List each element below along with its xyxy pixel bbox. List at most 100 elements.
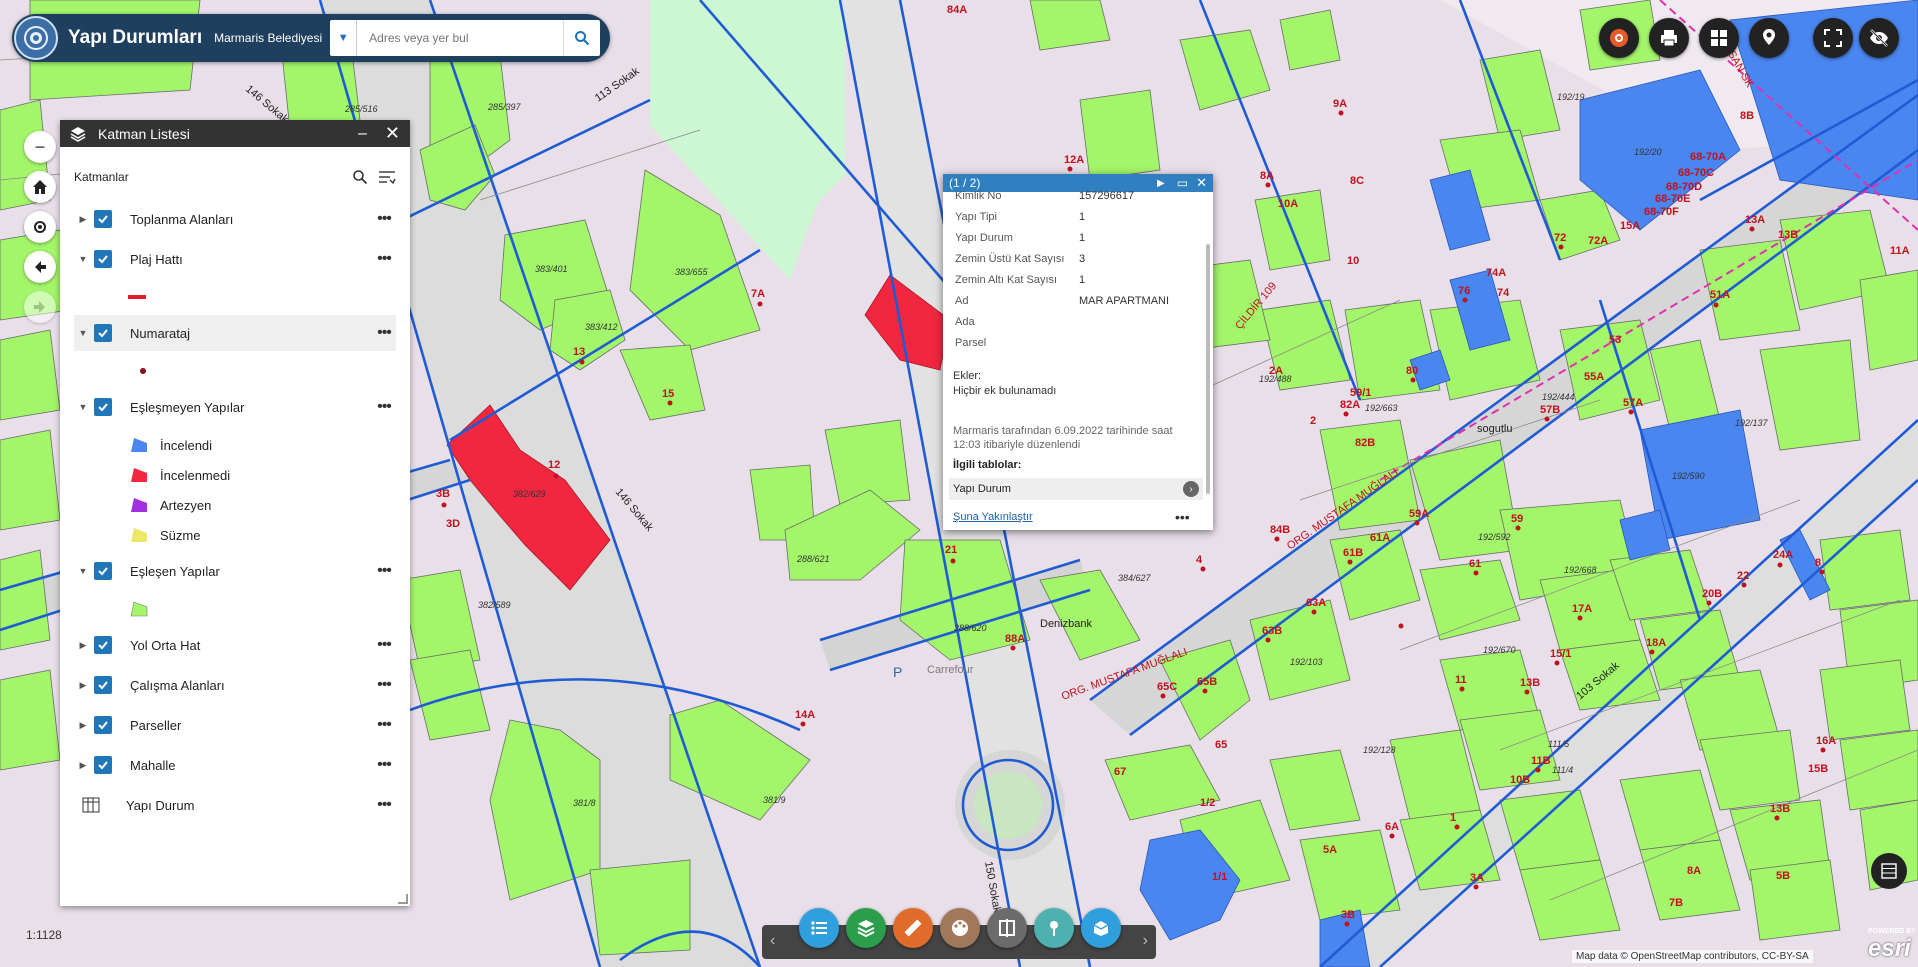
more-options-icon[interactable]: ••• (372, 398, 396, 416)
layer-checkbox[interactable] (94, 250, 112, 268)
more-options-icon[interactable]: ••• (372, 716, 396, 734)
caret-down-icon[interactable]: ▼ (74, 254, 92, 264)
polygon-swatch-icon (131, 498, 147, 512)
swipe-widget-button[interactable] (987, 908, 1027, 948)
search-source-dropdown[interactable]: ▼ (330, 20, 358, 56)
attribute-table-button[interactable] (1871, 853, 1907, 889)
draw-widget-button[interactable] (940, 908, 980, 948)
caret-right-icon[interactable]: ▶ (74, 760, 92, 771)
caret-right-icon[interactable]: ▶ (74, 680, 92, 691)
more-options-icon[interactable]: ••• (1175, 509, 1190, 525)
more-options-icon[interactable]: ••• (372, 756, 396, 774)
house-number: 68-70D (1666, 181, 1702, 193)
layer-checkbox[interactable] (94, 210, 112, 228)
caret-down-icon[interactable]: ▼ (74, 566, 92, 576)
layer-checkbox[interactable] (94, 562, 112, 580)
chevron-left-icon[interactable]: ‹ (770, 932, 775, 950)
more-options-icon[interactable]: ••• (372, 676, 396, 694)
caret-down-icon[interactable]: ▼ (74, 402, 92, 412)
chevron-right-icon: › (1183, 481, 1199, 497)
filter-list-icon[interactable] (378, 169, 396, 185)
search-input[interactable] (357, 22, 564, 54)
layer-checkbox[interactable] (94, 636, 112, 654)
layer-row[interactable]: Yapı Durum ••• (74, 787, 396, 823)
house-number: 63B (1262, 625, 1282, 637)
house-number: 3D (446, 518, 460, 530)
basemap-gallery-button[interactable] (1699, 18, 1739, 58)
print-icon (1661, 30, 1677, 47)
caret-right-icon[interactable]: ▶ (74, 720, 92, 731)
layer-row[interactable]: ▼ Numarataj ••• (74, 315, 396, 351)
close-icon[interactable]: ✕ (385, 123, 400, 144)
layer-row[interactable]: ▼ Eşleşmeyen Yapılar ••• (74, 389, 396, 425)
caret-right-icon[interactable]: ▶ (74, 640, 92, 651)
previous-extent-button[interactable] (24, 251, 56, 283)
polygon-swatch-icon (131, 468, 147, 482)
layer-row[interactable]: ▶ Yol Orta Hat ••• (74, 627, 396, 663)
more-options-icon[interactable]: ••• (372, 562, 396, 580)
house-number: 8B (1740, 110, 1754, 122)
caret-right-icon[interactable]: ▶ (74, 214, 92, 225)
layer-list-widget-button[interactable] (846, 908, 886, 948)
measurement-widget-button[interactable] (893, 908, 933, 948)
house-number: 15B (1808, 763, 1828, 775)
fullscreen-button[interactable] (1813, 18, 1853, 58)
chevron-right-icon[interactable]: › (1143, 932, 1148, 950)
parcel-label: 192/670 (1483, 645, 1516, 655)
house-number: 76 (1458, 285, 1470, 297)
house-number: 3B (436, 488, 450, 500)
layer-checkbox[interactable] (94, 398, 112, 416)
polygon-swatch-icon (130, 601, 148, 617)
house-number: 11B (1531, 755, 1551, 767)
layer-checkbox[interactable] (94, 324, 112, 342)
layer-list-toolbar: Katmanlar (60, 147, 410, 185)
directions-widget-button[interactable] (1034, 908, 1074, 948)
house-number: 4 (1196, 554, 1203, 566)
home-button[interactable] (24, 171, 56, 203)
related-table-item[interactable]: Yapı Durum › (949, 478, 1203, 500)
search-button[interactable] (563, 20, 600, 56)
popup-scrollbar[interactable] (1206, 244, 1210, 494)
layer-row[interactable]: ▶ Toplanma Alanları ••• (74, 201, 396, 237)
toggle-visibility-button[interactable] (1859, 18, 1899, 58)
house-number: 15/1 (1550, 648, 1571, 660)
zoom-to-link[interactable]: Şuna Yakınlaştır (953, 511, 1033, 523)
parcel-label: 192/668 (1564, 565, 1597, 575)
minimize-icon[interactable]: – (358, 125, 367, 143)
more-options-icon[interactable]: ••• (372, 796, 396, 814)
house-number: 1 (1450, 812, 1456, 824)
layer-checkbox[interactable] (94, 756, 112, 774)
popup-field: Zemin Üstü Kat Sayısı 3 (955, 253, 1086, 265)
layer-row[interactable]: ▶ Mahalle ••• (74, 747, 396, 783)
layer-checkbox[interactable] (94, 676, 112, 694)
app-logo (14, 16, 58, 60)
more-options-icon[interactable]: ••• (372, 324, 396, 342)
layer-row[interactable]: ▶ Parseller ••• (74, 707, 396, 743)
house-number: 3A (1470, 872, 1484, 884)
more-options-icon[interactable]: ••• (372, 210, 396, 228)
locate-me-button[interactable] (1599, 18, 1639, 58)
next-extent-button[interactable] (24, 291, 56, 323)
house-number: 84A (947, 4, 967, 16)
directions-button[interactable] (1749, 18, 1789, 58)
print-button[interactable] (1649, 18, 1689, 58)
house-number: 13B (1520, 677, 1540, 689)
share-widget-button[interactable] (1081, 908, 1121, 948)
house-number: 61 (1469, 558, 1481, 570)
layer-row[interactable]: ▼ Eşleşen Yapılar ••• (74, 553, 396, 589)
more-options-icon[interactable]: ••• (372, 250, 396, 268)
resize-handle[interactable] (398, 894, 408, 904)
related-tables-label: İlgili tablolar: (953, 459, 1022, 471)
layer-row[interactable]: ▶ Çalışma Alanları ••• (74, 667, 396, 703)
legend-widget-button[interactable] (799, 908, 839, 948)
house-number: 7B (1669, 897, 1683, 909)
house-number: 57A (1623, 397, 1643, 409)
search-icon[interactable] (352, 169, 368, 185)
house-number: 9A (1333, 98, 1347, 110)
layer-row[interactable]: ▼ Plaj Hattı ••• (74, 241, 396, 277)
caret-down-icon[interactable]: ▼ (74, 328, 92, 338)
layer-checkbox[interactable] (94, 716, 112, 734)
more-options-icon[interactable]: ••• (372, 636, 396, 654)
locate-button[interactable] (24, 211, 56, 243)
zoom-out-button[interactable]: − (24, 131, 56, 163)
